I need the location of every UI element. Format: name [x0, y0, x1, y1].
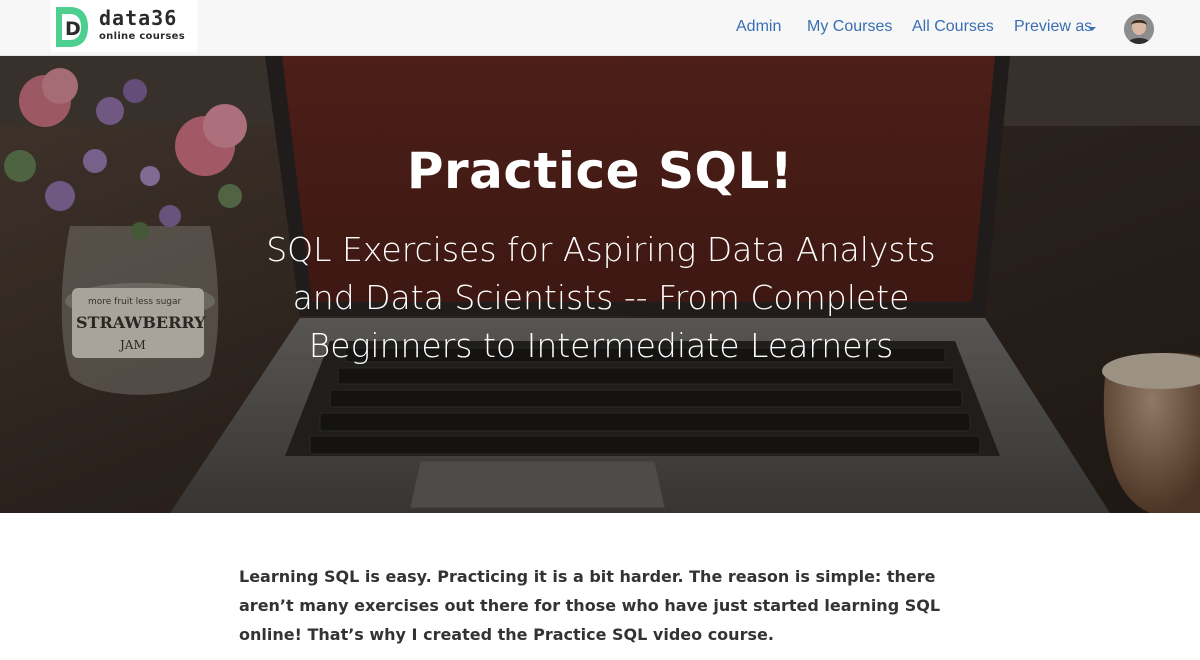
top-navbar: D data36 online courses Admin My Courses…: [0, 0, 1200, 56]
nav-all-courses-link[interactable]: All Courses: [912, 18, 994, 36]
hero-banner: more fruit less sugar STRAWBERRY JAM Pra…: [0, 56, 1200, 513]
data36-logo-icon: D: [56, 7, 88, 47]
hero-subtitle: SQL Exercises for Aspiring Data Analysts…: [266, 230, 936, 365]
avatar-image: [1124, 14, 1154, 44]
user-avatar[interactable]: [1124, 14, 1154, 44]
logo-letter: D: [65, 18, 81, 40]
nav-admin-link[interactable]: Admin: [736, 18, 781, 36]
nav-preview-as-dropdown[interactable]: Preview as: [1014, 18, 1092, 36]
brand-tagline: online courses: [99, 31, 185, 42]
course-intro-text: Learning SQL is easy. Practicing it is a…: [239, 567, 941, 644]
caret-down-icon[interactable]: [1088, 27, 1096, 31]
nav-my-courses-link[interactable]: My Courses: [807, 18, 892, 36]
site-logo[interactable]: D data36 online courses: [51, 0, 197, 52]
hero-title: Practice SQL!: [406, 142, 794, 200]
brand-name: data36: [99, 6, 178, 30]
